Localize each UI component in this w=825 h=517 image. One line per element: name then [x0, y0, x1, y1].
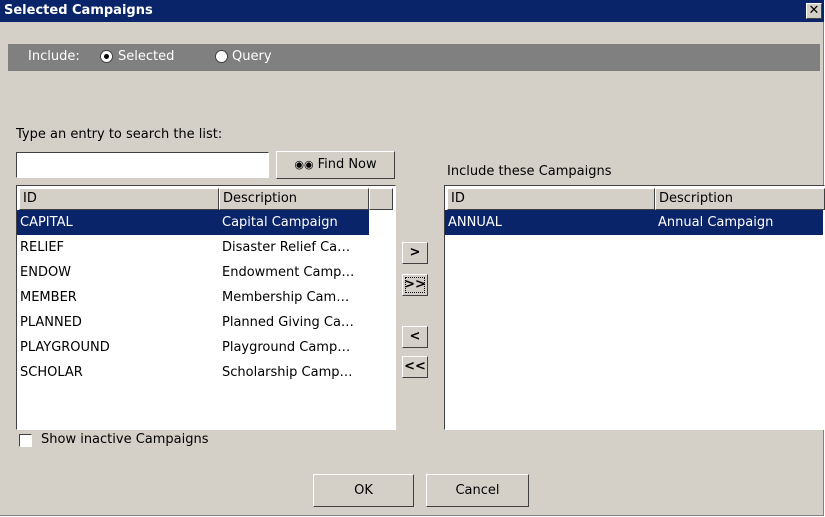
available-row[interactable]: MEMBER Membership Cam… [17, 285, 369, 310]
cancel-button[interactable]: Cancel [426, 474, 529, 507]
radio-selected[interactable] [100, 50, 113, 63]
add-button[interactable]: > [402, 242, 428, 264]
included-campaigns-list[interactable]: ID Description ANNUAL Annual Campaign [444, 185, 825, 430]
available-row-id: PLAYGROUND [20, 340, 110, 355]
available-row-id: MEMBER [20, 290, 77, 305]
available-row[interactable]: RELIEF Disaster Relief Ca… [17, 235, 369, 260]
show-inactive-label[interactable]: Show inactive Campaigns [41, 432, 209, 447]
remove-button[interactable]: < [402, 326, 428, 348]
selected-campaigns-dialog: Selected Campaigns ✕ Include: Selected Q… [0, 0, 825, 516]
window-title: Selected Campaigns [4, 3, 153, 18]
title-bar[interactable]: Selected Campaigns ✕ [0, 0, 824, 22]
radio-selected-dot [104, 54, 109, 59]
available-row[interactable]: PLAYGROUND Playground Camp… [17, 335, 369, 360]
radio-query[interactable] [215, 50, 228, 63]
available-header-spacer [369, 188, 393, 210]
available-row-id: ENDOW [20, 265, 72, 280]
find-now-button[interactable]: ◉◉ Find Now [276, 151, 395, 179]
available-row-description: Endowment Camp… [222, 265, 355, 280]
include-label: Include: [28, 49, 80, 64]
search-label: Type an entry to search the list: [16, 127, 223, 142]
find-now-label: Find Now [317, 157, 377, 172]
available-row-id: PLANNED [20, 315, 82, 330]
close-button[interactable]: ✕ [806, 3, 822, 19]
available-row-description: Capital Campaign [222, 215, 338, 230]
remove-all-button[interactable]: << [402, 356, 428, 378]
radio-selected-label[interactable]: Selected [118, 49, 174, 64]
available-campaigns-list[interactable]: ID Description CAPITAL Capital Campaign RE… [16, 185, 396, 430]
radio-query-label[interactable]: Query [232, 49, 272, 64]
available-row-description: Disaster Relief Ca… [222, 240, 351, 255]
available-row[interactable]: CAPITAL Capital Campaign [17, 210, 369, 235]
binoculars-icon: ◉◉ [294, 158, 314, 171]
available-row-id: RELIEF [20, 240, 65, 255]
add-all-button[interactable]: >> [402, 274, 428, 296]
available-row-description: Planned Giving Ca… [222, 315, 354, 330]
include-bar: Include: Selected Query [8, 44, 820, 71]
available-row-description: Playground Camp… [222, 340, 351, 355]
included-row-id: ANNUAL [448, 215, 502, 230]
available-header-description[interactable]: Description [219, 188, 369, 210]
available-row-description: Scholarship Camp… [222, 365, 353, 380]
show-inactive-checkbox[interactable] [19, 434, 32, 447]
included-row-description: Annual Campaign [658, 215, 774, 230]
ok-button[interactable]: OK [313, 474, 414, 507]
available-row[interactable]: SCHOLAR Scholarship Camp… [17, 360, 369, 385]
included-header-description[interactable]: Description [655, 188, 825, 210]
included-row[interactable]: ANNUAL Annual Campaign [445, 210, 823, 235]
available-row[interactable]: PLANNED Planned Giving Ca… [17, 310, 369, 335]
available-row-id: SCHOLAR [20, 365, 83, 380]
search-input[interactable] [16, 152, 269, 178]
available-row-description: Membership Cam… [222, 290, 350, 305]
available-row[interactable]: ENDOW Endowment Camp… [17, 260, 369, 285]
available-header-id[interactable]: ID [19, 188, 219, 210]
available-row-id: CAPITAL [20, 215, 73, 230]
include-these-label: Include these Campaigns [447, 164, 612, 179]
included-header-id[interactable]: ID [447, 188, 655, 210]
